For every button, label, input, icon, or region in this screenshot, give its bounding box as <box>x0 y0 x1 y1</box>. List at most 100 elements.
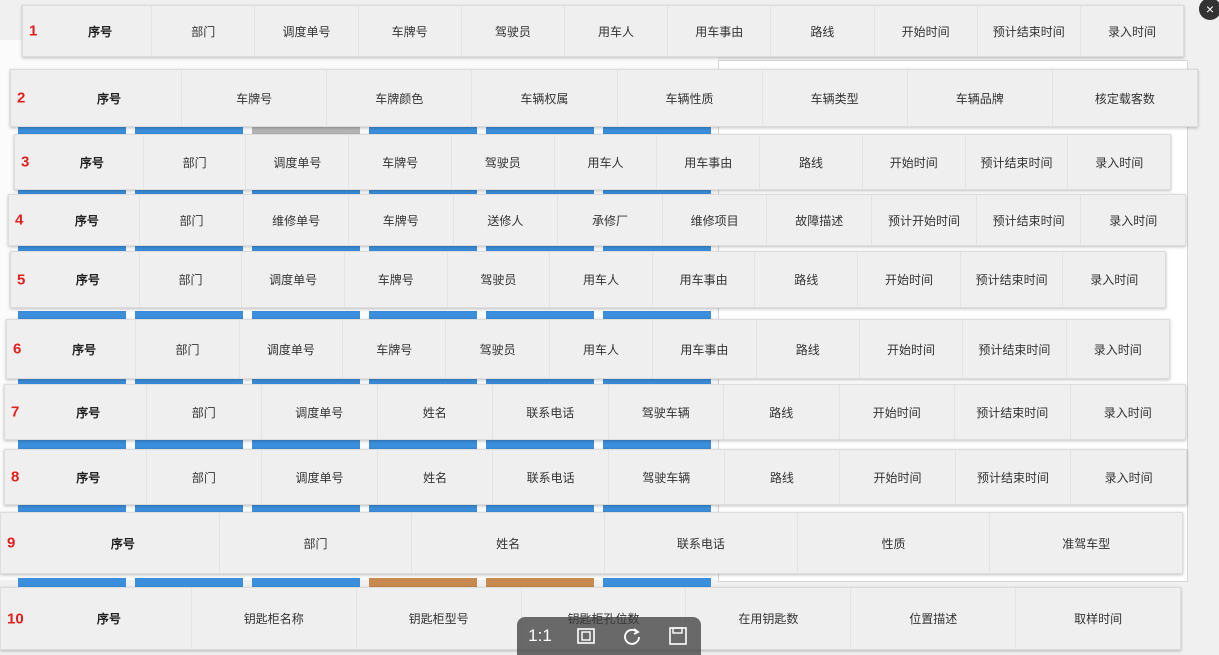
column-header[interactable]: 预计结束时间 <box>978 6 1081 56</box>
column-header[interactable]: 部门 <box>144 135 247 189</box>
column-header[interactable]: 开始时间 <box>875 6 978 56</box>
column-header[interactable]: 用车人 <box>550 320 654 378</box>
column-header[interactable]: 姓名 <box>412 513 606 573</box>
column-header[interactable]: 开始时间 <box>858 252 961 307</box>
column-header[interactable]: 预计结束时间 <box>966 135 1069 189</box>
column-header[interactable]: 承修厂 <box>558 195 663 245</box>
column-header[interactable]: 车牌号 <box>345 252 448 307</box>
column-header[interactable]: 序号 <box>37 70 183 126</box>
column-header[interactable]: 驾驶车辆 <box>609 450 725 504</box>
column-header[interactable]: 部门 <box>220 513 413 573</box>
column-header[interactable]: 驾驶员 <box>462 6 565 56</box>
column-header[interactable]: 姓名 <box>378 385 493 439</box>
column-header[interactable]: 核定载客数 <box>1053 70 1197 126</box>
column-header[interactable]: 序号 <box>49 6 153 56</box>
column-header[interactable]: 在用钥匙数 <box>686 588 852 649</box>
column-header[interactable]: 用车人 <box>550 252 653 307</box>
column-header[interactable]: 联系电话 <box>493 385 609 439</box>
column-header[interactable]: 送修人 <box>454 195 559 245</box>
column-header[interactable]: 调度单号 <box>262 385 378 439</box>
column-header[interactable]: 录入时间 <box>1067 320 1169 378</box>
column-header[interactable]: 车牌号 <box>349 135 452 189</box>
column-header[interactable]: 部门 <box>147 385 262 439</box>
column-header[interactable]: 序号 <box>33 320 137 378</box>
column-header[interactable]: 部门 <box>147 450 263 504</box>
column-header[interactable]: 驾驶车辆 <box>609 385 724 439</box>
rotate-icon[interactable] <box>614 621 650 651</box>
column-header[interactable]: 调度单号 <box>255 6 359 56</box>
column-header[interactable]: 序号 <box>37 252 140 307</box>
column-header[interactable]: 车辆权属 <box>472 70 618 126</box>
column-header[interactable]: 预计结束时间 <box>955 385 1071 439</box>
column-header[interactable]: 开始时间 <box>840 450 956 504</box>
column-header[interactable]: 用车人 <box>565 6 669 56</box>
column-header[interactable]: 序号 <box>31 385 147 439</box>
column-header[interactable]: 序号 <box>27 588 192 649</box>
column-header[interactable]: 部门 <box>140 252 243 307</box>
column-header[interactable]: 录入时间 <box>1068 135 1170 189</box>
column-header[interactable]: 取样时间 <box>1016 588 1180 649</box>
column-header[interactable]: 预计结束时间 <box>977 195 1082 245</box>
column-header[interactable]: 联系电话 <box>605 513 798 573</box>
column-header[interactable]: 故障描述 <box>767 195 873 245</box>
column-header[interactable]: 录入时间 <box>1063 252 1165 307</box>
column-header[interactable]: 位置描述 <box>851 588 1017 649</box>
column-header[interactable]: 部门 <box>152 6 256 56</box>
fit-screen-icon[interactable] <box>568 621 604 651</box>
column-header[interactable]: 用车事由 <box>657 135 761 189</box>
column-header[interactable]: 用车事由 <box>653 320 757 378</box>
column-header[interactable]: 开始时间 <box>860 320 964 378</box>
column-header[interactable]: 用车事由 <box>668 6 772 56</box>
column-header[interactable]: 车牌号 <box>349 195 454 245</box>
column-header[interactable]: 开始时间 <box>863 135 966 189</box>
column-header[interactable]: 车牌号 <box>182 70 328 126</box>
column-header[interactable]: 调度单号 <box>240 320 344 378</box>
column-header[interactable]: 车牌号 <box>359 6 462 56</box>
column-header[interactable]: 联系电话 <box>493 450 609 504</box>
column-header[interactable]: 录入时间 <box>1081 6 1183 56</box>
column-header[interactable]: 姓名 <box>378 450 494 504</box>
column-header[interactable]: 驾驶员 <box>452 135 555 189</box>
column-header[interactable]: 维修项目 <box>663 195 768 245</box>
column-header[interactable]: 序号 <box>41 135 144 189</box>
column-header[interactable]: 钥匙柜名称 <box>192 588 357 649</box>
save-icon[interactable] <box>660 621 696 651</box>
column-header[interactable]: 开始时间 <box>840 385 955 439</box>
column-header[interactable]: 预计结束时间 <box>956 450 1072 504</box>
actual-size-button[interactable]: 1:1 <box>522 621 558 651</box>
column-header[interactable]: 准驾车型 <box>990 513 1182 573</box>
column-header[interactable]: 预计开始时间 <box>872 195 977 245</box>
column-header[interactable]: 维修单号 <box>244 195 349 245</box>
column-header[interactable]: 车辆品牌 <box>908 70 1053 126</box>
column-header[interactable]: 路线 <box>771 6 875 56</box>
column-header[interactable]: 序号 <box>35 195 140 245</box>
column-header[interactable]: 车牌颜色 <box>327 70 473 126</box>
column-header[interactable]: 性质 <box>798 513 991 573</box>
column-header[interactable]: 调度单号 <box>262 450 378 504</box>
column-header[interactable]: 路线 <box>755 252 859 307</box>
column-header[interactable]: 车辆类型 <box>763 70 908 126</box>
column-header[interactable]: 驾驶员 <box>448 252 551 307</box>
column-header[interactable]: 部门 <box>140 195 245 245</box>
column-header[interactable]: 路线 <box>757 320 860 378</box>
column-header[interactable]: 部门 <box>136 320 240 378</box>
column-header[interactable]: 驾驶员 <box>446 320 550 378</box>
column-header[interactable]: 调度单号 <box>246 135 350 189</box>
column-header[interactable]: 预计结束时间 <box>963 320 1067 378</box>
column-header[interactable]: 车辆性质 <box>618 70 763 126</box>
close-button[interactable]: × <box>1199 0 1219 20</box>
column-header[interactable]: 钥匙柜型号 <box>357 588 522 649</box>
column-header[interactable]: 用车人 <box>555 135 658 189</box>
column-header[interactable]: 序号 <box>31 450 147 504</box>
column-header[interactable]: 路线 <box>724 385 840 439</box>
column-header[interactable]: 录入时间 <box>1071 385 1186 439</box>
column-header[interactable]: 预计结束时间 <box>961 252 1064 307</box>
column-header[interactable]: 路线 <box>760 135 863 189</box>
column-header[interactable]: 调度单号 <box>242 252 345 307</box>
column-header[interactable]: 用车事由 <box>653 252 756 307</box>
column-header[interactable]: 路线 <box>725 450 841 504</box>
column-header[interactable]: 序号 <box>27 513 220 573</box>
column-header[interactable]: 录入时间 <box>1081 195 1185 245</box>
column-header[interactable]: 车牌号 <box>343 320 447 378</box>
column-header[interactable]: 录入时间 <box>1071 450 1186 504</box>
